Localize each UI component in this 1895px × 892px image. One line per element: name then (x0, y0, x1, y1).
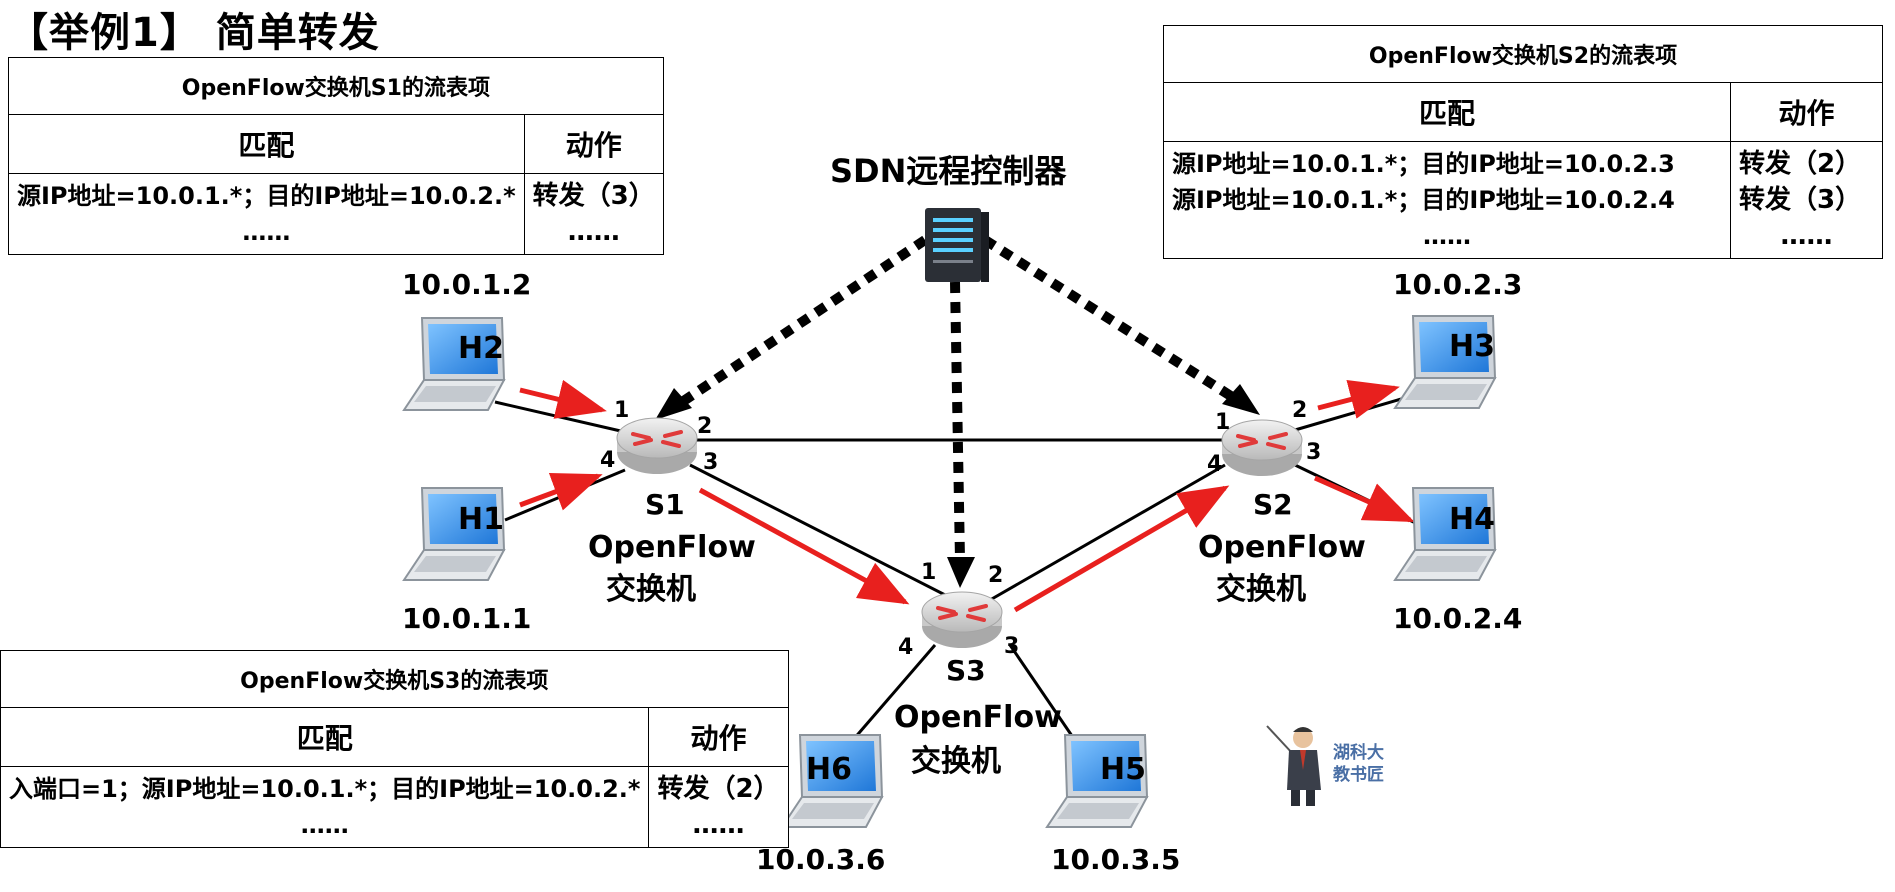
teacher-mascot-icon (1266, 725, 1321, 806)
table-row: 源IP地址=10.0.1.*；目的IP地址=10.0.2.3 (1172, 150, 1675, 178)
flow-table-s3: OpenFlow交换机S3的流表项 匹配 动作 入端口=1；源IP地址=10.0… (0, 650, 789, 848)
s3-port-4: 4 (898, 635, 914, 660)
flow-table-s2-action-cell: 转发（2） 转发（3） …… (1730, 141, 1883, 259)
control-arrowhead-s1 (655, 388, 692, 420)
flow-table-s2-match-cell: 源IP地址=10.0.1.*；目的IP地址=10.0.2.3 源IP地址=10.… (1163, 141, 1731, 259)
flow-table-s3-action-cell: 转发（2） …… (648, 766, 789, 848)
switch-s3-icon (920, 590, 1004, 650)
table-row: 转发（2） (1739, 149, 1862, 179)
flow-table-s3-match-header: 匹配 (0, 707, 650, 767)
flow-table-s1-action-header: 动作 (523, 114, 664, 174)
flow-table-s2-caption: OpenFlow交换机S2的流表项 (1163, 25, 1883, 83)
flow-table-s2: OpenFlow交换机S2的流表项 匹配 动作 源IP地址=10.0.1.*；目… (1163, 25, 1883, 259)
table-row: …… (242, 218, 291, 246)
host-h3-ip: 10.0.2.3 (1393, 268, 1523, 301)
table-row: …… (692, 810, 745, 840)
flow-table-s1-match-header: 匹配 (8, 114, 525, 174)
table-row: …… (567, 217, 620, 247)
table-row: 源IP地址=10.0.1.*；目的IP地址=10.0.2.* (17, 182, 516, 210)
flow-table-s1-action-cell: 转发（3） …… (523, 173, 664, 255)
host-h4-ip: 10.0.2.4 (1393, 602, 1523, 635)
table-row: …… (1780, 221, 1833, 251)
s1-port-3: 3 (703, 450, 719, 475)
switch-s2-icon (1220, 418, 1304, 478)
control-link-s2 (982, 235, 1248, 410)
switch-s1-icon (615, 416, 699, 476)
table-row: …… (1423, 222, 1471, 250)
link-s2-s3 (989, 463, 1226, 602)
control-link-s3 (950, 281, 965, 561)
s2-port-3: 3 (1306, 440, 1322, 465)
control-link-s1 (667, 235, 928, 415)
switch-s2-type-line2: 交换机 (1216, 572, 1306, 607)
switch-s3-type-line2: 交换机 (911, 744, 1001, 779)
flow-table-s1-caption: OpenFlow交换机S1的流表项 (8, 57, 664, 115)
host-h5-name: H5 (1100, 752, 1146, 787)
switch-s1-name: S1 (645, 488, 685, 521)
controller-label: SDN远程控制器 (830, 152, 1067, 190)
switch-s2-name: S2 (1253, 488, 1293, 521)
watermark-line2: 教书匠 (1333, 765, 1384, 785)
s1-port-1: 1 (614, 398, 630, 423)
host-h1-ip: 10.0.1.1 (402, 602, 532, 635)
switch-s2-type-line1: OpenFlow (1198, 530, 1366, 565)
host-h1-name: H1 (458, 502, 504, 537)
s3-port-2: 2 (988, 563, 1004, 588)
table-row: 转发（3） (1739, 185, 1862, 215)
s3-port-1: 1 (921, 560, 937, 585)
flow-table-s2-action-header: 动作 (1730, 82, 1883, 142)
flow-arrow-h1-s1 (519, 472, 603, 511)
flow-table-s3-caption: OpenFlow交换机S3的流表项 (0, 650, 789, 708)
s2-port-2: 2 (1292, 398, 1308, 423)
s2-port-4: 4 (1207, 452, 1223, 477)
table-row: 源IP地址=10.0.1.*；目的IP地址=10.0.2.4 (1172, 186, 1675, 214)
flow-table-s1-match-cell: 源IP地址=10.0.1.*；目的IP地址=10.0.2.* …… (8, 173, 525, 255)
link-h1-s1 (504, 468, 626, 522)
switch-s1-type-line1: OpenFlow (588, 530, 756, 565)
watermark-line1: 湖科大 (1333, 743, 1384, 763)
flow-table-s3-match-cell: 入端口=1；源IP地址=10.0.1.*；目的IP地址=10.0.2.* …… (0, 766, 650, 848)
flow-table-s2-match-header: 匹配 (1163, 82, 1731, 142)
flow-arrow-s2-h4 (1313, 475, 1415, 523)
flow-arrow-h2-s1 (519, 379, 607, 419)
switch-s3-type-line1: OpenFlow (894, 700, 1062, 735)
table-row: 入端口=1；源IP地址=10.0.1.*；目的IP地址=10.0.2.* (9, 775, 641, 803)
flow-table-s1: OpenFlow交换机S1的流表项 匹配 动作 源IP地址=10.0.1.*；目… (8, 57, 664, 255)
server-icon (925, 208, 989, 282)
table-row: …… (300, 811, 349, 839)
flow-arrow-s3-s2 (1013, 485, 1230, 613)
table-row: 转发（2） (657, 774, 780, 804)
host-h3-name: H3 (1449, 329, 1495, 364)
s2-port-1: 1 (1215, 410, 1231, 435)
switch-s1-type-line2: 交换机 (606, 572, 696, 607)
teacher-mascot-watermark: 湖科大 教书匠 (1265, 720, 1405, 810)
host-h6-name: H6 (806, 752, 852, 787)
s3-port-3: 3 (1004, 634, 1020, 659)
flow-table-s3-action-header: 动作 (648, 707, 789, 767)
host-h2-name: H2 (458, 331, 504, 366)
s1-port-2: 2 (697, 414, 713, 439)
host-h5-ip: 10.0.3.5 (1051, 843, 1181, 876)
table-row: 转发（3） (532, 181, 655, 211)
host-h4-name: H4 (1449, 502, 1495, 537)
host-h2-ip: 10.0.1.2 (402, 268, 532, 301)
control-arrowhead-s3 (947, 557, 975, 588)
switch-s3-name: S3 (946, 654, 986, 687)
s1-port-4: 4 (600, 448, 616, 473)
link-h2-s1 (494, 400, 626, 434)
